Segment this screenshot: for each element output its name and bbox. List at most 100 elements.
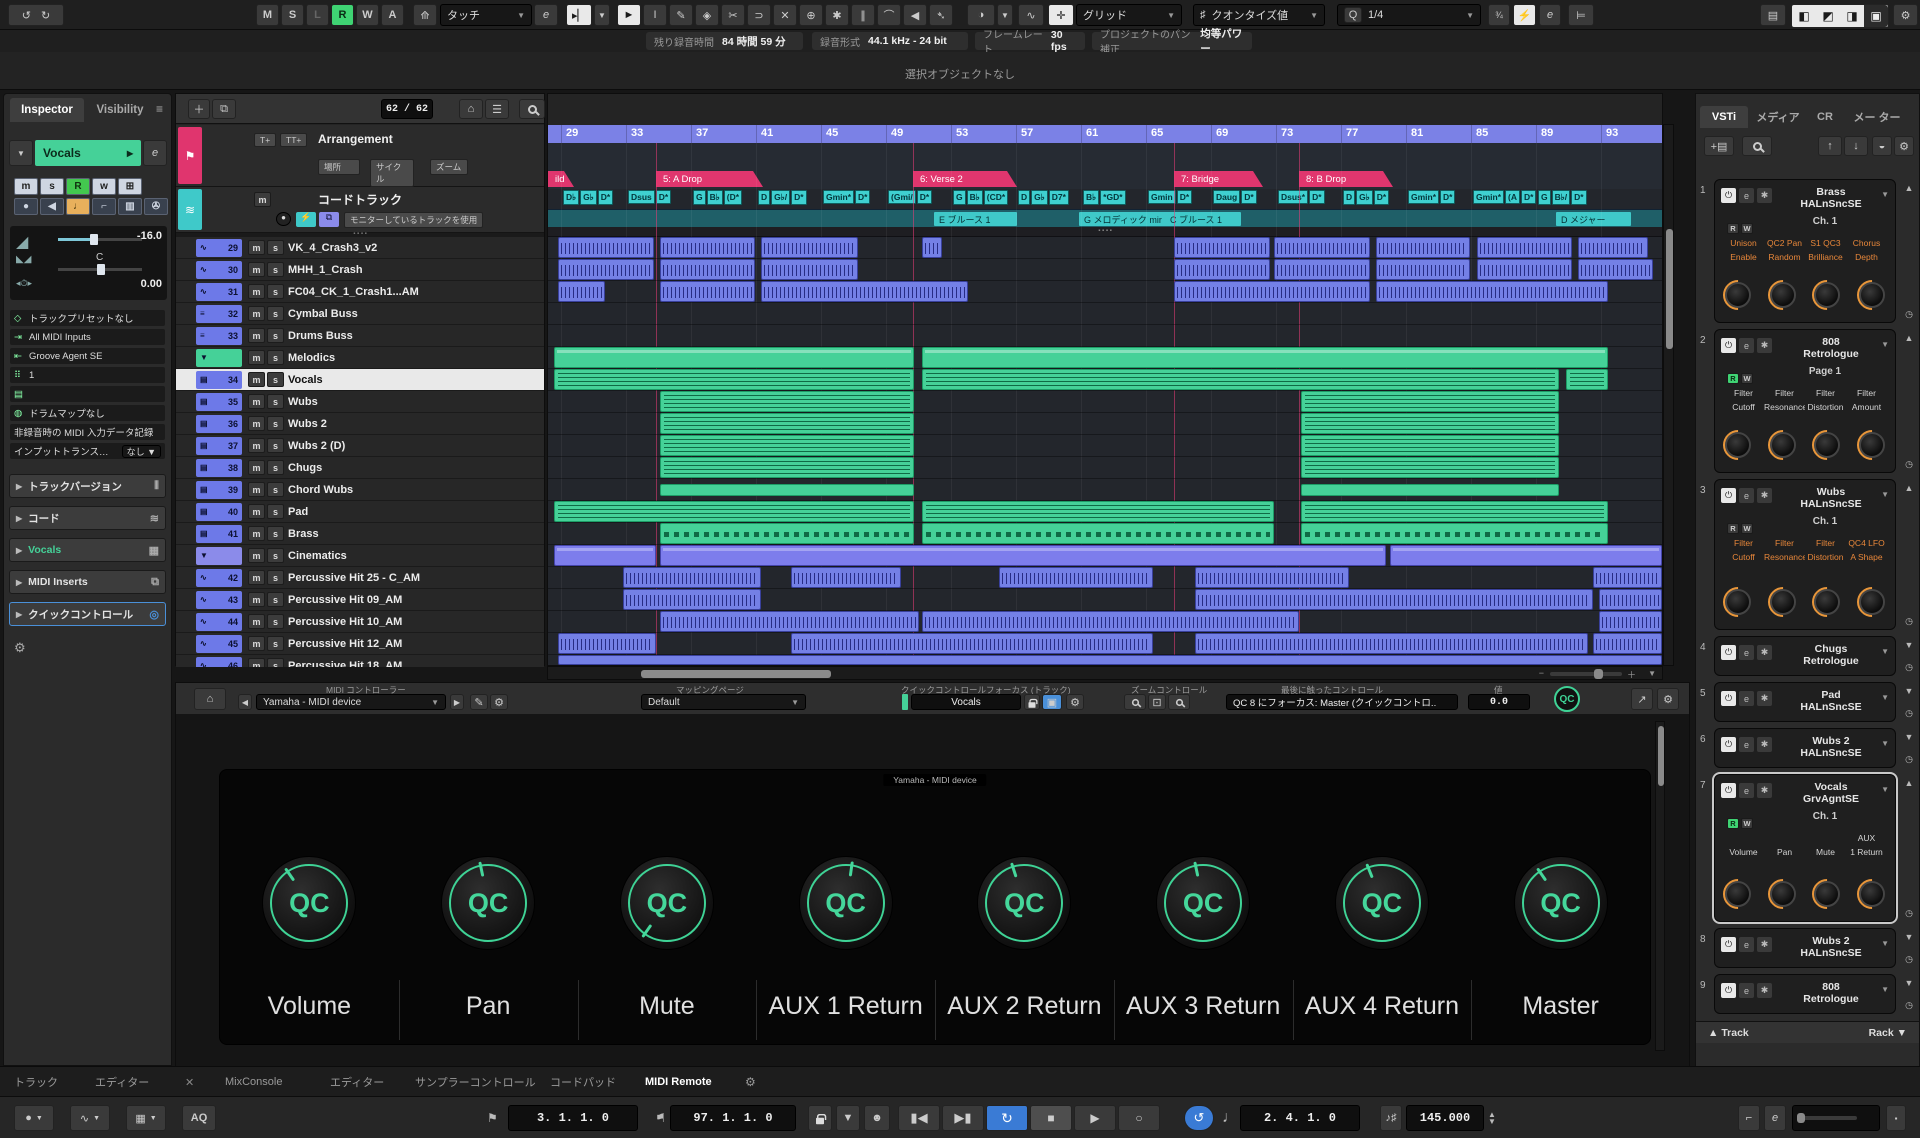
clip-event[interactable]: [1301, 523, 1608, 544]
track-solo-button[interactable]: s: [267, 394, 284, 409]
track-solo-button[interactable]: s: [267, 350, 284, 365]
rack-item-pad[interactable]: ⏻e✱PadHALnSncSE▼: [1714, 682, 1896, 722]
midi-rec-mode-icon[interactable]: ▦▼: [126, 1105, 166, 1131]
track-row[interactable]: ∿46msPercussive Hit 18_AM: [176, 655, 544, 667]
surface-zoom-in-icon[interactable]: [1168, 694, 1190, 710]
rack-output-icon[interactable]: ◷: [1900, 459, 1918, 470]
inspector-section-4[interactable]: ▶MIDI Inserts⧉: [9, 570, 166, 594]
arranger-cycle-button[interactable]: サイクル: [370, 159, 414, 187]
chord-event[interactable]: D: [758, 190, 770, 205]
remote-knob-volume[interactable]: QC: [262, 856, 356, 950]
clip-event[interactable]: [1195, 567, 1349, 588]
instrument-menu-icon[interactable]: ▼: [1881, 739, 1889, 748]
qc-knob[interactable]: [1814, 432, 1840, 458]
surface-scrollbar[interactable]: [1655, 721, 1665, 1051]
clip-event[interactable]: [558, 655, 1662, 665]
remote-knob-aux-2-return[interactable]: QC: [977, 856, 1071, 950]
track-solo-button[interactable]: s: [267, 416, 284, 431]
chord-event[interactable]: D*: [1440, 190, 1455, 204]
chord-event[interactable]: D*: [1241, 190, 1256, 204]
chord-lane[interactable]: D♭G♭D*DsusD*GB♭(D*DG♭/D*Gmin*D*(Gmi/D*GB…: [548, 189, 1662, 209]
chord-event[interactable]: Dsus*: [1278, 190, 1308, 204]
inspector-row[interactable]: ◍ドラムマップなし: [10, 405, 165, 421]
track-search-icon[interactable]: [519, 99, 545, 119]
instrument-power-icon[interactable]: ⏻: [1721, 737, 1736, 752]
tab-meter[interactable]: メー ター: [1846, 106, 1908, 128]
position-field[interactable]: 2. 4. 1. 0: [1240, 1105, 1360, 1131]
iterative-quantize-icon[interactable]: ¾: [1488, 4, 1510, 26]
audio-rec-mode-icon[interactable]: ∿▼: [70, 1105, 110, 1131]
arrangement-track-row[interactable]: ⚑ T+ TT+ Arrangement 場所 サイクル ズーム: [176, 125, 544, 187]
chord-group[interactable]: DG♭/D*: [758, 190, 807, 205]
instrument-title[interactable]: ChugsRetrologue: [1783, 643, 1879, 667]
inspector-section-3[interactable]: ▶Vocals▦: [9, 538, 166, 562]
right-locator-field[interactable]: 97. 1. 1. 0: [670, 1105, 796, 1131]
zoom-slider[interactable]: [1550, 672, 1622, 676]
instrument-menu-icon[interactable]: ▼: [1881, 190, 1889, 199]
tempo-field[interactable]: 145.000: [1406, 1105, 1484, 1131]
chord-group[interactable]: Gmin*D*: [1408, 190, 1455, 204]
record-button[interactable]: ○: [1118, 1105, 1160, 1131]
clip-event[interactable]: [1301, 484, 1559, 496]
track-row[interactable]: ▤36msWubs 2: [176, 413, 544, 435]
timebase-icon[interactable]: ♩: [66, 198, 90, 215]
instrument-title[interactable]: 808Retrologue: [1783, 981, 1879, 1005]
time-warp-tool-icon[interactable]: ∥: [851, 4, 875, 26]
track-solo-button[interactable]: s: [267, 636, 284, 651]
track-row[interactable]: ≡32msCymbal Buss: [176, 303, 544, 325]
chord-group[interactable]: DG♭D*: [1343, 190, 1389, 205]
track-mute-button[interactable]: m: [248, 328, 265, 343]
rack-write-button[interactable]: W: [1741, 223, 1753, 234]
clip-event[interactable]: [660, 237, 755, 258]
track-mute-button[interactable]: m: [248, 262, 265, 277]
chord-event[interactable]: D*: [656, 190, 671, 204]
track-solo-button[interactable]: s: [267, 570, 284, 585]
track-row[interactable]: ∿44msPercussive Hit 10_AM: [176, 611, 544, 633]
track-solo-button[interactable]: s: [267, 460, 284, 475]
monitor-button[interactable]: ◀: [40, 198, 64, 215]
track-solo-button[interactable]: s: [267, 262, 284, 277]
clip-event[interactable]: [1566, 369, 1608, 390]
volume-slider[interactable]: [58, 238, 142, 241]
track-row[interactable]: ∿43msPercussive Hit 09_AM: [176, 589, 544, 611]
clip-event[interactable]: [1376, 281, 1608, 302]
curve-tool-icon[interactable]: ⌒: [877, 4, 901, 26]
read-automation-button[interactable]: R: [66, 178, 90, 195]
play-tool-icon[interactable]: ◀: [903, 4, 927, 26]
scale-event[interactable]: D メジャー: [1556, 212, 1631, 226]
track-mute-button[interactable]: m: [248, 372, 265, 387]
chord-event[interactable]: G♭: [1356, 190, 1373, 205]
instrument-freeze-icon[interactable]: ✱: [1757, 488, 1772, 503]
instrument-menu-icon[interactable]: ▼: [1881, 785, 1889, 794]
qc-knob[interactable]: [1859, 432, 1885, 458]
track-mute-button[interactable]: m: [248, 636, 265, 651]
instrument-freeze-icon[interactable]: ✱: [1757, 783, 1772, 798]
qc-knob[interactable]: [1814, 282, 1840, 308]
track-solo-button[interactable]: s: [267, 592, 284, 607]
color-tool-icon[interactable]: ◑: [967, 4, 995, 26]
rack-gear-icon[interactable]: ⚙: [1894, 136, 1914, 156]
clip-event[interactable]: [791, 633, 1153, 654]
clip-event[interactable]: [791, 567, 901, 588]
inspector-section-2[interactable]: ▶コード≋: [9, 506, 166, 530]
rack-up-icon[interactable]: ↑: [1818, 136, 1842, 156]
chord-event[interactable]: Dsus: [628, 190, 655, 204]
audio-alignment-icon[interactable]: ⊨: [1568, 4, 1594, 26]
color-tool-icon[interactable]: ➴: [929, 4, 953, 26]
goto-previous-marker-button[interactable]: ▮◀: [898, 1105, 940, 1131]
rack-collapse-all-icon[interactable]: ◒: [1872, 136, 1892, 156]
midi-controller-dropdown[interactable]: Yamaha - MIDI device▼: [256, 694, 446, 710]
hand-tool-icon[interactable]: ✱: [825, 4, 849, 26]
tempo-icon[interactable]: ♪♯: [1380, 1105, 1402, 1131]
cycle-button[interactable]: ↻: [986, 1105, 1028, 1131]
arranger-marker[interactable]: 5: A Drop: [656, 171, 763, 187]
arranger-zoom-button[interactable]: ズーム: [430, 159, 468, 175]
clip-event[interactable]: [554, 369, 914, 390]
track-mute-button[interactable]: m: [248, 394, 265, 409]
clip-event[interactable]: [558, 281, 605, 302]
clip-event[interactable]: [558, 633, 656, 654]
remote-knob-aux-3-return[interactable]: QC: [1156, 856, 1250, 950]
onscreen-keyboard-icon[interactable]: ▤: [1760, 4, 1786, 26]
arranger-place-button[interactable]: 場所: [318, 159, 360, 175]
autoscroll-icon[interactable]: ▸▏: [566, 4, 592, 26]
